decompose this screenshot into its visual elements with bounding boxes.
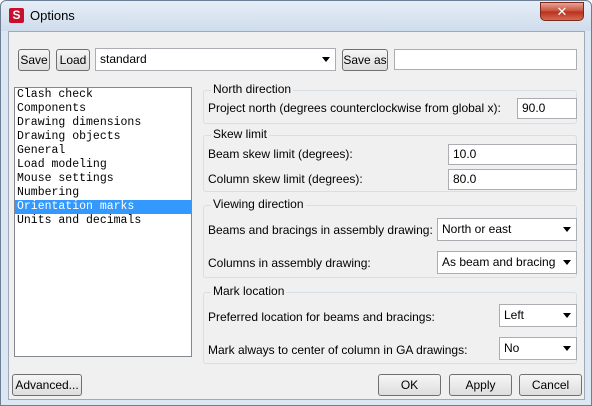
- ok-button[interactable]: OK: [378, 374, 441, 396]
- beams-direction-label: Beams and bracings in assembly drawing:: [208, 223, 433, 237]
- list-item[interactable]: Drawing dimensions: [15, 116, 191, 130]
- chevron-down-icon: [322, 57, 330, 62]
- preferred-location-label: Preferred location for beams and bracing…: [208, 310, 435, 324]
- list-item[interactable]: Mouse settings: [15, 172, 191, 186]
- column-skew-input[interactable]: 80.0: [448, 169, 577, 190]
- chevron-down-icon: [563, 313, 571, 318]
- group-title: Skew limit: [211, 127, 270, 141]
- apply-button[interactable]: Apply: [449, 374, 512, 396]
- list-item[interactable]: Units and decimals: [15, 214, 191, 228]
- cancel-button[interactable]: Cancel: [519, 374, 582, 396]
- close-button[interactable]: ✕: [540, 2, 584, 21]
- group-title: Mark location: [211, 284, 287, 298]
- save-button[interactable]: Save: [18, 49, 50, 71]
- mark-location-group: Mark location Preferred location for bea…: [203, 284, 577, 364]
- app-icon: S: [9, 8, 24, 23]
- preset-select[interactable]: standard: [95, 48, 336, 71]
- center-column-label: Mark always to center of column in GA dr…: [208, 343, 468, 357]
- options-window: S Options ✕ Save Load standard Save as C…: [0, 0, 592, 406]
- center-column-value: No: [504, 341, 520, 355]
- window-title: Options: [30, 8, 75, 23]
- chevron-down-icon: [563, 227, 571, 232]
- group-title: Viewing direction: [211, 197, 306, 211]
- columns-direction-label: Columns in assembly drawing:: [208, 256, 371, 270]
- list-item[interactable]: Clash check: [15, 88, 191, 102]
- category-list[interactable]: Clash check Components Drawing dimension…: [14, 87, 192, 357]
- columns-direction-value: As beam and bracing: [442, 255, 556, 269]
- beam-skew-label: Beam skew limit (degrees):: [208, 147, 353, 161]
- preset-select-value: standard: [100, 52, 147, 66]
- preferred-location-select[interactable]: Left: [499, 304, 577, 327]
- title-bar[interactable]: S Options ✕: [1, 1, 591, 31]
- save-as-button[interactable]: Save as: [342, 49, 388, 71]
- column-skew-label: Column skew limit (degrees):: [208, 172, 363, 186]
- project-north-label: Project north (degrees counterclockwise …: [208, 101, 501, 115]
- list-item[interactable]: Load modeling: [15, 158, 191, 172]
- list-item[interactable]: Drawing objects: [15, 130, 191, 144]
- beams-direction-value: North or east: [442, 222, 512, 236]
- list-item-selected[interactable]: Orientation marks: [15, 200, 191, 214]
- list-item[interactable]: Numbering: [15, 186, 191, 200]
- group-title: North direction: [211, 82, 294, 96]
- dialog-body: Save Load standard Save as Clash check C…: [8, 31, 585, 400]
- chevron-down-icon: [563, 346, 571, 351]
- columns-direction-select[interactable]: As beam and bracing: [437, 251, 577, 274]
- chevron-down-icon: [563, 260, 571, 265]
- load-button[interactable]: Load: [56, 49, 90, 71]
- preferred-location-value: Left: [504, 308, 525, 322]
- list-item[interactable]: Components: [15, 102, 191, 116]
- center-column-select[interactable]: No: [499, 337, 577, 360]
- north-direction-group: North direction Project north (degrees c…: [203, 82, 577, 124]
- beam-skew-input[interactable]: 10.0: [448, 144, 577, 165]
- save-as-name-input[interactable]: [394, 49, 577, 70]
- advanced-button[interactable]: Advanced...: [12, 374, 82, 396]
- viewing-direction-group: Viewing direction Beams and bracings in …: [203, 197, 577, 278]
- skew-limit-group: Skew limit Beam skew limit (degrees): 10…: [203, 127, 577, 192]
- beams-direction-select[interactable]: North or east: [437, 218, 577, 241]
- project-north-input[interactable]: 90.0: [517, 98, 577, 119]
- list-item[interactable]: General: [15, 144, 191, 158]
